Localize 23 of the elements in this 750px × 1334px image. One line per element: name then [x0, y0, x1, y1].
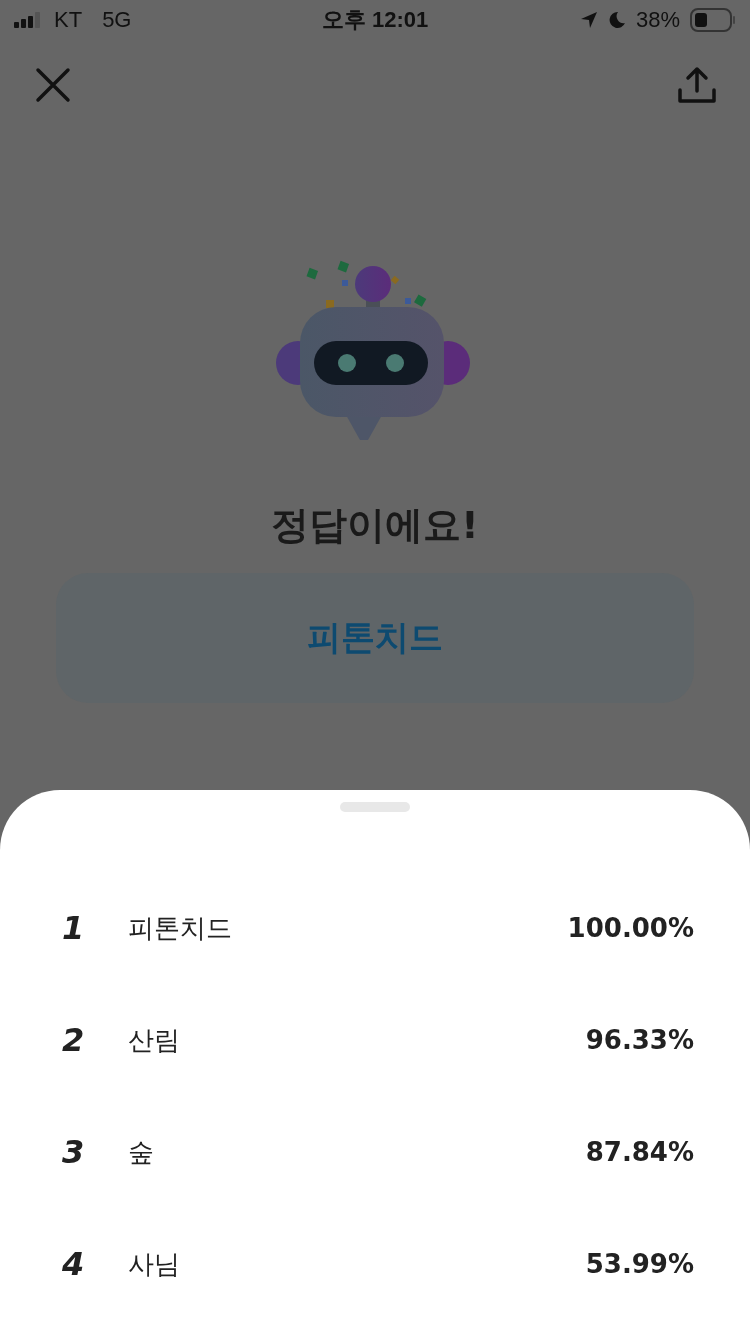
- close-button[interactable]: [34, 66, 72, 104]
- rank-number: 4: [62, 1245, 86, 1283]
- moon-icon: [607, 11, 626, 29]
- network-type: 5G: [102, 7, 132, 33]
- carrier: KT: [54, 7, 83, 33]
- word-text: 사님: [128, 1247, 181, 1281]
- clock: 오후 12:01: [321, 6, 429, 34]
- answer-box: 피톤치드: [56, 573, 694, 703]
- battery-percent: 38%: [635, 7, 680, 33]
- rank-number: 3: [62, 1133, 86, 1171]
- similarity-score: 87.84%: [585, 1137, 694, 1167]
- word-text: 산림: [128, 1023, 181, 1057]
- rank-number: 2: [62, 1021, 86, 1059]
- rank-number: 1: [62, 909, 86, 947]
- share-button[interactable]: [678, 66, 716, 104]
- battery-icon: [690, 8, 736, 32]
- similarity-score: 96.33%: [585, 1025, 694, 1055]
- word-text: 숲: [128, 1135, 155, 1169]
- similarity-score: 100.00%: [567, 913, 694, 943]
- result-title: 정답이에요!: [271, 502, 479, 549]
- similarity-score: 53.99%: [585, 1249, 694, 1279]
- word-text: 피톤치드: [128, 911, 233, 945]
- location-icon: [579, 11, 598, 29]
